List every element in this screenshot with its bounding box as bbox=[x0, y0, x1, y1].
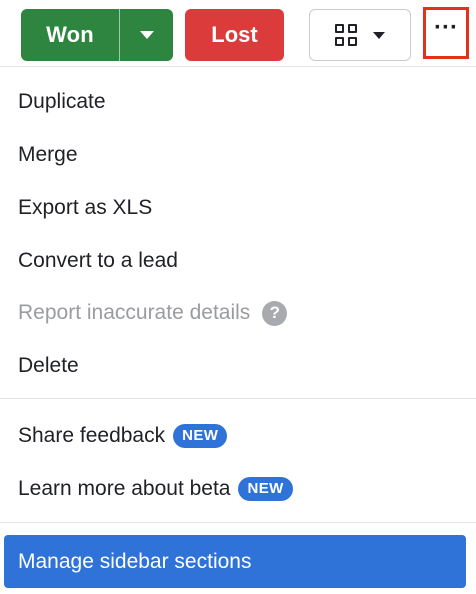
menu-item-learn-more-beta[interactable]: Learn more about beta NEW bbox=[18, 475, 293, 503]
menu-item-duplicate[interactable]: Duplicate bbox=[18, 88, 106, 116]
won-split-button: Won bbox=[21, 9, 173, 61]
menu-item-label: Delete bbox=[18, 354, 79, 377]
toolbar-divider bbox=[0, 66, 476, 67]
deal-toolbar: Won Lost ··· bbox=[0, 0, 476, 66]
new-badge: NEW bbox=[173, 424, 228, 448]
menu-item-label: Export as XLS bbox=[18, 196, 153, 219]
more-horizontal-icon: ··· bbox=[434, 14, 458, 41]
lost-button[interactable]: Lost bbox=[185, 9, 284, 61]
deal-actions-panel: Won Lost ··· Duplicate Merge Export as X… bbox=[0, 0, 476, 594]
menu-item-share-feedback[interactable]: Share feedback NEW bbox=[18, 422, 228, 450]
menu-item-merge[interactable]: Merge bbox=[18, 141, 78, 169]
menu-item-label: Convert to a lead bbox=[18, 249, 178, 272]
menu-item-export-xls[interactable]: Export as XLS bbox=[18, 194, 152, 222]
menu-item-label: Report inaccurate details bbox=[18, 301, 251, 324]
won-dropdown-button[interactable] bbox=[120, 9, 173, 61]
chevron-down-icon bbox=[139, 31, 154, 39]
menu-item-label: Learn more about beta bbox=[18, 477, 231, 500]
menu-item-delete[interactable]: Delete bbox=[18, 352, 79, 380]
menu-item-convert-to-lead[interactable]: Convert to a lead bbox=[18, 247, 178, 275]
new-badge: NEW bbox=[238, 477, 293, 501]
manage-sidebar-sections-button[interactable]: Manage sidebar sections bbox=[4, 535, 466, 588]
help-icon[interactable]: ? bbox=[262, 300, 288, 326]
menu-item-label: Duplicate bbox=[18, 90, 106, 113]
menu-item-report-inaccurate: Report inaccurate details ? bbox=[18, 299, 288, 327]
won-button[interactable]: Won bbox=[21, 9, 119, 61]
view-switcher-button[interactable] bbox=[309, 9, 411, 61]
menu-divider bbox=[0, 522, 476, 523]
chevron-down-icon bbox=[373, 31, 385, 39]
menu-item-label: Share feedback bbox=[18, 424, 166, 447]
menu-divider bbox=[0, 398, 476, 399]
more-actions-button[interactable]: ··· bbox=[423, 7, 469, 59]
menu-item-label: Merge bbox=[18, 143, 78, 166]
grid-view-icon bbox=[335, 24, 357, 46]
